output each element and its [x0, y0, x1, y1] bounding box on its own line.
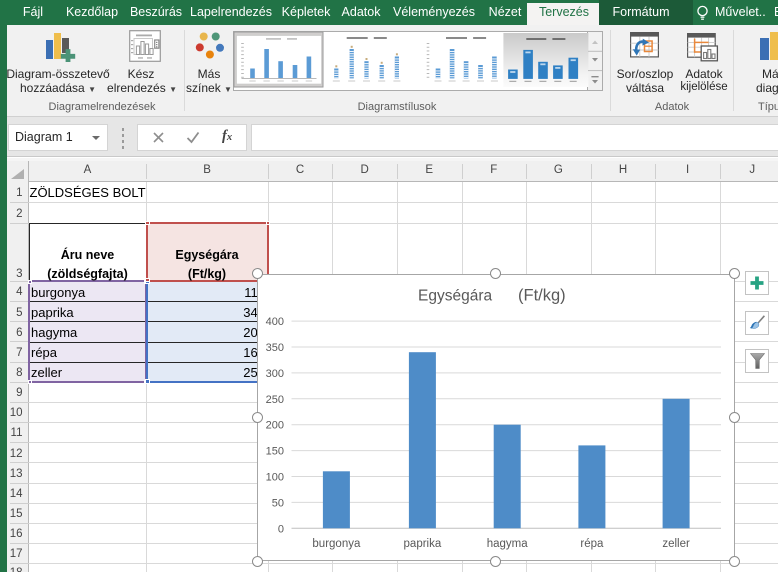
- svg-text:hagyma: hagyma: [487, 538, 529, 550]
- svg-text:100: 100: [266, 471, 284, 483]
- svg-text:burgonya: burgonya: [312, 538, 361, 550]
- svg-text:350: 350: [266, 342, 284, 354]
- svg-text:250: 250: [266, 394, 284, 406]
- svg-text:50: 50: [272, 497, 284, 509]
- svg-text:zeller: zeller: [662, 538, 690, 550]
- svg-text:Egységára: Egységára: [418, 287, 492, 304]
- svg-text:0: 0: [278, 523, 284, 535]
- svg-text:150: 150: [266, 445, 284, 457]
- svg-text:paprika: paprika: [404, 538, 442, 550]
- svg-text:200: 200: [266, 419, 284, 431]
- svg-text:300: 300: [266, 368, 284, 380]
- svg-text:répa: répa: [580, 538, 604, 550]
- svg-text:(Ft/kg): (Ft/kg): [518, 286, 566, 304]
- svg-text:400: 400: [266, 316, 284, 328]
